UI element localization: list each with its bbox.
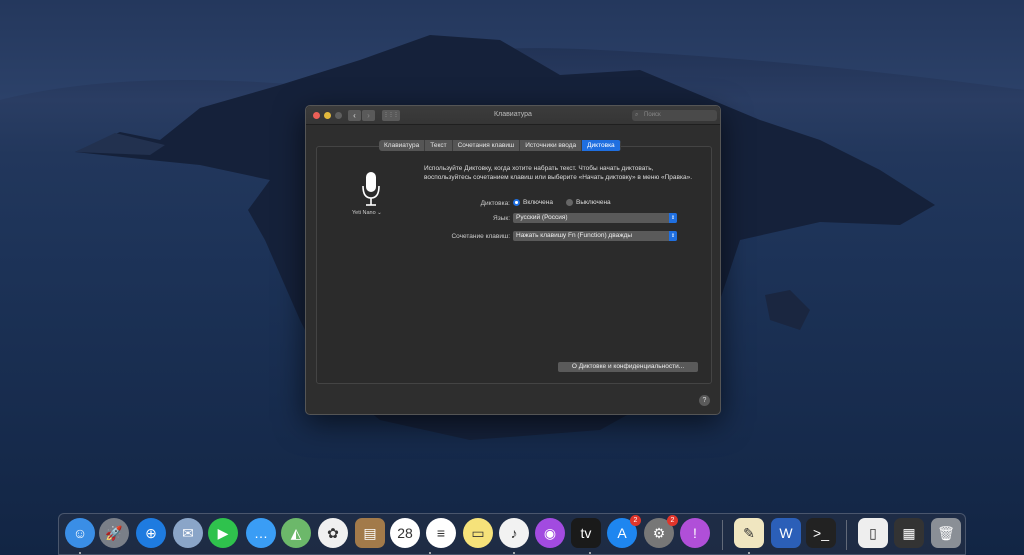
chevron-updown-icon: ⇕ xyxy=(669,213,677,223)
dock: ☺ 🚀 ⊕ ✉ ▶ … ◭ ✿ ▤ 28 ≡ ▭ ♪ ◉ tv A 2 ⚙ 2! ✎ W >_ ▯ ▦ 🗑 xyxy=(58,513,966,555)
dock-maps-icon[interactable]: ◭ xyxy=(281,518,311,548)
language-select[interactable]: Русский (Россия) ⇕ xyxy=(513,213,677,223)
dock-safari-icon[interactable]: ⊕ xyxy=(136,518,166,548)
dock-downloads-stack-icon[interactable]: ▦ xyxy=(894,518,924,548)
chevron-updown-icon: ⇕ xyxy=(669,231,677,241)
dock-divider xyxy=(846,520,847,550)
running-indicator xyxy=(429,552,431,554)
language-value: Русский (Россия) xyxy=(516,214,568,221)
dictation-description: Используйте Диктовку, когда хотите набра… xyxy=(424,165,693,181)
tab-input-sources[interactable]: Источники ввода xyxy=(520,140,583,151)
about-dictation-button[interactable]: О Диктовке и конфиденциальности... xyxy=(558,362,698,372)
tab-text[interactable]: Текст xyxy=(425,140,453,151)
dock-terminal-icon[interactable]: >_ xyxy=(806,518,836,548)
dock-feedback-icon[interactable]: ! xyxy=(680,518,710,548)
radio-off[interactable]: Выключена xyxy=(566,199,611,206)
running-indicator xyxy=(513,552,515,554)
dock-word-icon[interactable]: W xyxy=(771,518,801,548)
dock-preview-doc-icon[interactable]: ▯ xyxy=(858,518,888,548)
radio-off-label: Выключена xyxy=(576,199,611,206)
language-label: Язык: xyxy=(493,215,510,222)
notification-badge: 2 xyxy=(667,515,678,526)
dock-mail-stamp-icon[interactable]: ✉ xyxy=(173,518,203,548)
dock-divider xyxy=(722,520,723,550)
search-input[interactable]: ⌕ Поиск xyxy=(632,110,717,121)
search-placeholder: Поиск xyxy=(644,112,661,118)
dock-notes-icon[interactable]: ▭ xyxy=(463,518,493,548)
dictation-label: Диктовка: xyxy=(480,200,510,207)
radio-on-label: Включена xyxy=(523,199,553,206)
notification-badge: 2 xyxy=(630,515,641,526)
dock-tv-icon[interactable]: tv xyxy=(571,518,601,548)
dock-calendar-icon[interactable]: 28 xyxy=(390,518,420,548)
dock-app-store-icon[interactable]: A2 xyxy=(607,515,641,548)
radio-on-indicator xyxy=(513,199,520,206)
microphone-icon xyxy=(362,172,380,206)
title-bar: ‹ › ⋮⋮⋮ Клавиатура ⌕ Поиск xyxy=(306,106,720,125)
help-button[interactable]: ? xyxy=(699,395,710,406)
dock-messages-icon[interactable]: … xyxy=(246,518,276,548)
dock-finder-icon[interactable]: ☺ xyxy=(65,518,95,548)
shortcut-value: Нажать клавишу Fn (Function) дважды xyxy=(516,232,633,239)
keyboard-preferences-window: ‹ › ⋮⋮⋮ Клавиатура ⌕ Поиск Клавиатура Тек… xyxy=(305,105,721,415)
dock-podcasts-icon[interactable]: ◉ xyxy=(535,518,565,548)
dock-reminders-icon[interactable]: ≡ xyxy=(426,518,456,548)
dock-contacts-icon[interactable]: ▤ xyxy=(355,518,385,548)
tab-keyboard[interactable]: Клавиатура xyxy=(379,140,426,151)
dock-system-preferences-icon[interactable]: ⚙ 2 xyxy=(644,515,678,548)
search-icon: ⌕ xyxy=(635,112,639,118)
dock-facetime-icon[interactable]: ▶ xyxy=(208,518,238,548)
shortcut-select[interactable]: Нажать клавишу Fn (Function) дважды ⇕ xyxy=(513,231,677,241)
dock-textedit-icon[interactable]: ✎ xyxy=(734,518,764,548)
dock-launchpad-icon[interactable]: 🚀 xyxy=(99,518,129,548)
radio-off-indicator xyxy=(566,199,573,206)
dock-photos-icon[interactable]: ✿ xyxy=(318,518,348,548)
tab-bar: Клавиатура Текст Сочетания клавиш Источн… xyxy=(379,140,621,151)
shortcut-label: Сочетание клавиш: xyxy=(451,233,510,240)
microphone-selector[interactable]: Yeti Nano ⌄ xyxy=(352,210,382,216)
running-indicator xyxy=(589,552,591,554)
tab-dictation[interactable]: Диктовка xyxy=(582,140,621,151)
dock-music-icon[interactable]: ♪ xyxy=(499,518,529,548)
dock-trash-icon[interactable]: 🗑 xyxy=(931,518,961,548)
running-indicator xyxy=(79,552,81,554)
running-indicator xyxy=(748,552,750,554)
tab-shortcuts[interactable]: Сочетания клавиш xyxy=(453,140,521,151)
radio-on[interactable]: Включена xyxy=(513,199,553,206)
